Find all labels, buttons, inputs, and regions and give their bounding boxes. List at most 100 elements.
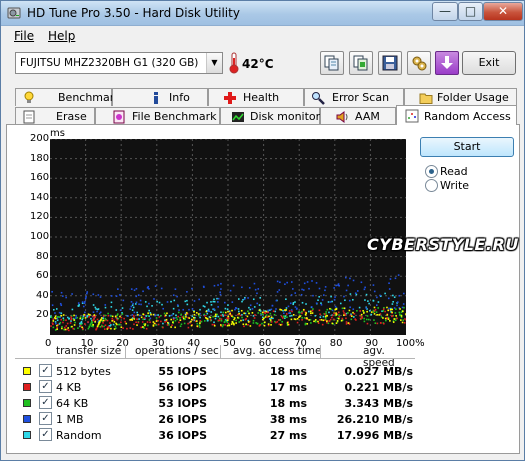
drive-select[interactable]: FUJITSU MHZ2320BH G1 (320 GB) ▼	[15, 52, 223, 74]
scatter-point	[324, 316, 327, 319]
scatter-point	[226, 319, 229, 322]
read-radio-label[interactable]: Read	[440, 165, 468, 178]
scatter-point	[279, 281, 281, 284]
series-checkbox[interactable]: ✓	[39, 380, 52, 393]
scatter-point	[398, 311, 401, 314]
tab-error-scan[interactable]: Error Scan	[304, 88, 404, 106]
series-checkbox[interactable]: ✓	[39, 428, 52, 441]
scatter-point	[345, 317, 347, 320]
close-icon: ✕	[497, 4, 509, 18]
series-checkbox[interactable]: ✓	[39, 396, 52, 409]
options-button[interactable]	[407, 51, 431, 75]
scatter-point	[401, 321, 404, 324]
title-bar[interactable]: HD Tune Pro 3.50 - Hard Disk Utility — □…	[1, 1, 524, 26]
close-button[interactable]: ✕	[483, 2, 523, 21]
scatter-point	[220, 314, 223, 317]
tab-aam[interactable]: AAM	[320, 107, 396, 125]
scatter-point	[71, 308, 74, 311]
maximize-button[interactable]: □	[458, 2, 483, 21]
scatter-point	[68, 318, 70, 320]
scatter-point	[184, 300, 187, 303]
scatter-point	[153, 298, 155, 300]
read-radio[interactable]	[425, 165, 438, 178]
exit-button[interactable]: Exit	[462, 51, 516, 75]
scatter-point	[159, 315, 162, 317]
write-radio[interactable]	[425, 179, 438, 192]
scatter-point	[65, 296, 67, 299]
scatter-point	[362, 312, 365, 314]
hdtune-app-icon	[7, 7, 21, 19]
scatter-point	[388, 307, 390, 310]
scatter-point	[225, 311, 227, 314]
tab-benchmark[interactable]: Benchmark	[15, 88, 121, 106]
scatter-point	[399, 313, 401, 316]
scatter-point	[256, 302, 259, 305]
series-checkbox[interactable]: ✓	[39, 364, 52, 377]
scatter-point	[384, 317, 387, 320]
series-checkbox[interactable]: ✓	[39, 412, 52, 425]
scatter-point	[339, 302, 342, 305]
scatter-point	[93, 317, 95, 320]
tab-erase[interactable]: Erase	[15, 107, 95, 125]
scatter-point	[306, 323, 309, 325]
scatter-point	[373, 306, 376, 309]
scatter-point	[246, 315, 249, 318]
scatter-point	[58, 311, 61, 314]
scatter-point	[217, 301, 219, 303]
scatter-point	[74, 321, 76, 324]
start-button[interactable]: Start	[420, 137, 514, 157]
scatter-point	[247, 323, 249, 326]
tab-folder-usage[interactable]: Folder Usage	[404, 88, 517, 106]
minimize-icon: —	[439, 4, 451, 18]
scatter-point	[210, 304, 213, 306]
scatter-point	[146, 305, 148, 308]
folder-icon	[419, 93, 433, 104]
header-divider	[220, 345, 221, 358]
write-radio-label[interactable]: Write	[440, 179, 469, 192]
scatter-point	[207, 310, 210, 313]
scatter-point	[401, 306, 404, 309]
tab-random-access[interactable]: Random Access	[396, 105, 517, 125]
save-button[interactable]	[378, 51, 402, 75]
scatter-point	[231, 320, 234, 323]
tab-info[interactable]: Info	[112, 88, 208, 106]
scatter-point	[130, 301, 133, 303]
scatter-point	[252, 298, 255, 301]
scatter-point	[147, 324, 149, 327]
scatter-point	[104, 304, 107, 306]
scatter-point	[282, 317, 284, 319]
scatter-point	[121, 313, 124, 315]
scatter-point	[137, 314, 139, 316]
scatter-point	[148, 309, 150, 312]
scatter-point	[198, 324, 201, 326]
scatter-point	[92, 311, 95, 313]
scatter-point	[323, 313, 326, 315]
tab-health[interactable]: Health	[208, 88, 304, 106]
scatter-point	[278, 289, 281, 291]
chevron-down-icon[interactable]: ▼	[206, 53, 222, 73]
scatter-point	[392, 294, 394, 297]
scatter-point	[376, 313, 378, 316]
copy-screenshot-button[interactable]	[349, 51, 373, 75]
scatter-point	[300, 293, 303, 296]
scatter-point	[63, 326, 66, 329]
scatter-point	[290, 314, 293, 317]
scatter-point	[387, 297, 390, 300]
table-row: ✓ 1 MB 26 IOPS 38 ms 26.210 MB/s	[15, 411, 415, 427]
scatter-point	[192, 316, 195, 319]
scatter-point	[396, 301, 399, 303]
scatter-point	[65, 325, 68, 327]
tab-file-benchmark[interactable]: File Benchmark	[95, 107, 220, 125]
scatter-point	[400, 319, 402, 321]
scatter-point	[214, 317, 217, 320]
scatter-point	[345, 289, 348, 292]
scatter-point	[366, 315, 369, 317]
scatter-point	[395, 308, 397, 310]
tab-disk-monitor[interactable]: Disk monitor	[220, 107, 320, 125]
download-button[interactable]	[435, 51, 459, 75]
menu-help[interactable]: Help	[48, 29, 75, 43]
menu-file[interactable]: File	[14, 29, 34, 43]
copy-text-button[interactable]	[320, 51, 344, 75]
scatter-point	[368, 302, 370, 305]
minimize-button[interactable]: —	[432, 2, 458, 21]
